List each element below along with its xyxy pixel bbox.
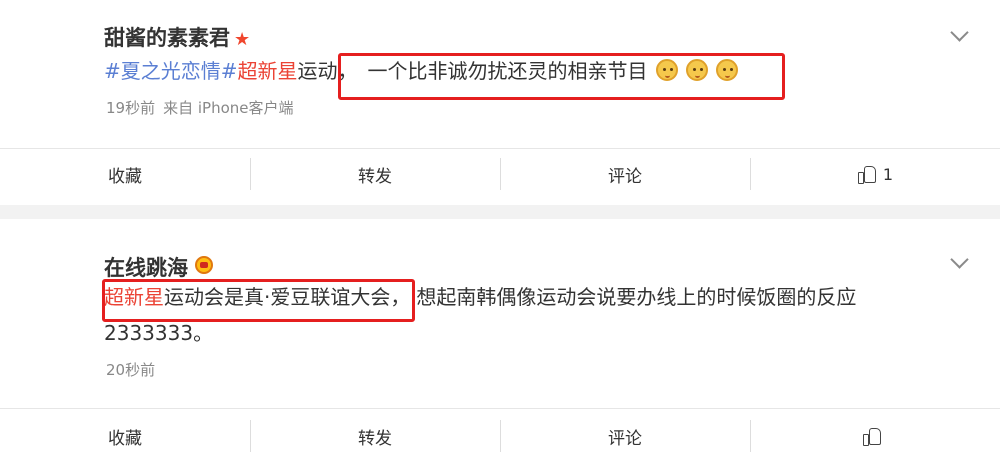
comment-button[interactable]: 评论 bbox=[500, 154, 750, 194]
username-text[interactable]: 在线跳海 bbox=[104, 256, 188, 280]
hashtag-link[interactable]: 超新星 bbox=[238, 59, 298, 83]
avatar[interactable] bbox=[18, 20, 90, 92]
comment-meta: 20秒前 bbox=[106, 359, 155, 380]
highlight-box bbox=[338, 53, 785, 100]
hashtag-link[interactable]: #夏之光恋情# bbox=[104, 59, 238, 83]
username[interactable]: 甜酱的素素君 ★ bbox=[104, 22, 250, 52]
vip-crown-icon bbox=[195, 256, 213, 274]
star-icon: ★ bbox=[234, 29, 251, 50]
favorite-label: 收藏 bbox=[108, 166, 142, 187]
divider bbox=[0, 408, 1000, 409]
username[interactable]: 在线跳海 bbox=[104, 252, 213, 282]
repost-label: 转发 bbox=[358, 428, 392, 449]
timestamp: 20秒前 bbox=[106, 361, 156, 379]
like-button[interactable]: 1 bbox=[750, 154, 1000, 194]
timestamp: 19秒前 bbox=[106, 99, 156, 117]
favorite-button[interactable]: 收藏 bbox=[0, 416, 250, 456]
repost-button[interactable]: 转发 bbox=[250, 416, 500, 456]
source-label: 来自 iPhone客户端 bbox=[163, 99, 294, 117]
favorite-label: 收藏 bbox=[108, 428, 142, 449]
comment-text-plain: 想起南韩偶像运动会说要办线上的时候饭圈的反应 bbox=[416, 285, 857, 309]
username-text[interactable]: 甜酱的素素君 bbox=[104, 26, 230, 50]
avatar[interactable] bbox=[18, 245, 90, 317]
action-bar: 收藏 转发 评论 bbox=[0, 416, 1000, 456]
comment-label: 评论 bbox=[608, 166, 642, 187]
comment-text-line2: 2333333。 bbox=[104, 321, 214, 345]
comment-meta: 19秒前 来自 iPhone客户端 bbox=[106, 97, 294, 118]
comment-label: 评论 bbox=[608, 428, 642, 449]
like-button[interactable] bbox=[750, 416, 1000, 456]
repost-label: 转发 bbox=[358, 166, 392, 187]
favorite-button[interactable]: 收藏 bbox=[0, 154, 250, 194]
divider bbox=[0, 148, 1000, 149]
action-bar: 收藏 转发 评论 1 bbox=[0, 154, 1000, 194]
like-count: 1 bbox=[882, 164, 894, 184]
thumbs-up-icon bbox=[862, 426, 882, 446]
highlight-box bbox=[102, 279, 415, 322]
repost-button[interactable]: 转发 bbox=[250, 154, 500, 194]
thumbs-up-icon bbox=[857, 164, 877, 184]
comment-button[interactable]: 评论 bbox=[500, 416, 750, 456]
